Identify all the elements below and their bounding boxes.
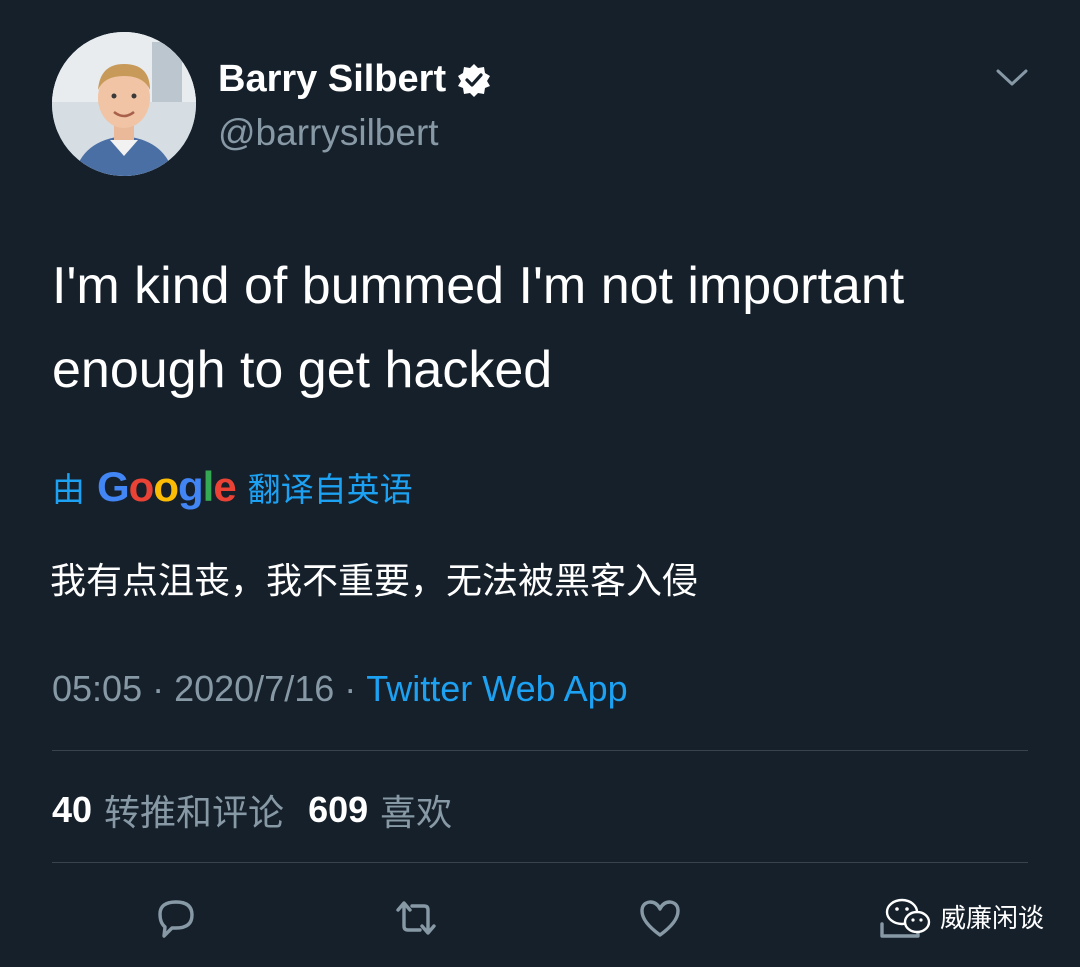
author-name-row: Barry Silbert [218, 58, 492, 101]
tweet-meta: 05:05 · 2020/7/16 · Twitter Web App [52, 668, 628, 710]
tweet-text: I'm kind of bummed I'm not important eno… [52, 244, 1032, 412]
chevron-down-icon[interactable] [994, 66, 1030, 90]
avatar[interactable] [52, 32, 196, 176]
wechat-icon [885, 898, 931, 934]
like-icon[interactable] [632, 890, 688, 946]
watermark-text: 威廉闲谈 [939, 903, 1044, 934]
verified-badge-icon [456, 62, 492, 98]
meta-separator: · [344, 668, 357, 709]
retweets-label[interactable]: 转推和评论 [104, 784, 284, 836]
meta-separator: · [152, 668, 165, 709]
translated-text: 我有点沮丧，我不重要，无法被黑客入侵 [50, 561, 699, 602]
tweet-date: 2020/7/16 [174, 668, 335, 709]
retweet-icon[interactable] [388, 890, 444, 946]
retweets-count[interactable]: 40 [52, 789, 92, 831]
divider [52, 862, 1028, 863]
translation-prefix: 由 [52, 470, 85, 509]
tweet-time: 05:05 [52, 668, 143, 709]
translation-attribution[interactable]: 由 Google 翻译自英语 [52, 462, 413, 512]
author-name[interactable]: Barry Silbert [218, 58, 446, 101]
tweet-source-link[interactable]: Twitter Web App [366, 668, 627, 710]
likes-label[interactable]: 喜欢 [380, 784, 452, 836]
tweet-header: Barry Silbert @barrysilbert [52, 32, 1040, 178]
watermark: 威廉闲谈 [884, 896, 1044, 936]
tweet-text-line: I'm kind of bummed I'm not important [52, 257, 905, 315]
reply-icon[interactable] [148, 890, 204, 946]
tweet-stats: 40 转推和评论 609 喜欢 [52, 784, 464, 836]
likes-count[interactable]: 609 [308, 789, 368, 831]
avatar-image [52, 32, 196, 176]
author-handle[interactable]: @barrysilbert [218, 112, 439, 154]
google-logo: Google [97, 463, 237, 510]
translation-suffix: 翻译自英语 [247, 470, 413, 509]
divider [52, 750, 1028, 751]
tweet-text-line: enough to get hacked [52, 341, 553, 399]
